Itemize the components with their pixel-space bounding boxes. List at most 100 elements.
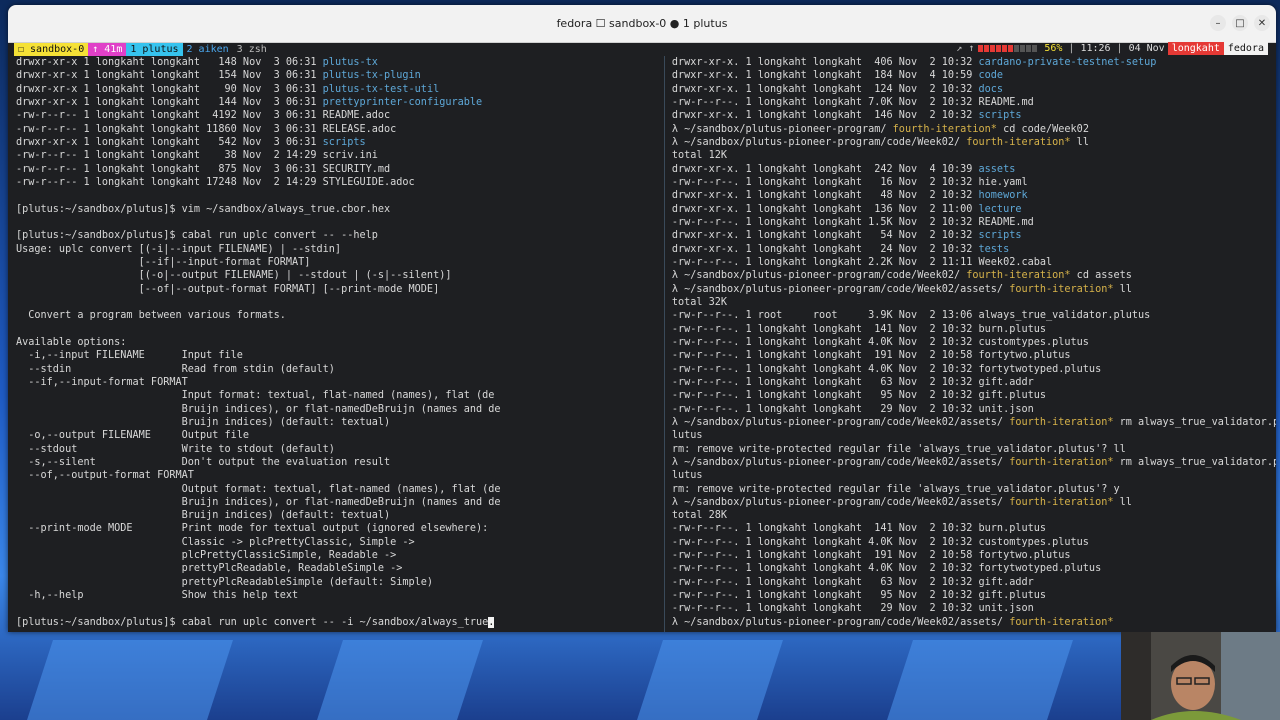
terminal-line: -rw-r--r--. 1 longkaht longkaht 7.0K Nov… — [672, 96, 1276, 109]
directory-name: homework — [978, 190, 1028, 202]
tmux-tab-aiken[interactable]: 2 aiken — [183, 43, 233, 56]
terminal-line: λ ~/sandbox/plutus-pioneer-program/code/… — [672, 416, 1276, 429]
terminal-line: -rw-r--r--. 1 longkaht longkaht 4.0K Nov… — [672, 363, 1276, 376]
close-button[interactable]: ✕ — [1254, 15, 1270, 31]
shell-command: cd code/Week02 — [996, 123, 1089, 135]
terminal-line: [(-o|--output FILENAME) | --stdout | (-s… — [16, 269, 664, 282]
tmux-tab-plutus[interactable]: 1 plutus — [126, 43, 183, 56]
git-branch: fourth-iteration* — [892, 123, 997, 135]
git-branch: fourth-iteration* — [1009, 283, 1114, 295]
terminal-line: [--of|--output-format FORMAT] [--print-m… — [16, 283, 664, 296]
shell-command: rm always_true_validator.p — [1113, 456, 1276, 468]
output-text: -rw-r--r-- 1 longkaht longkaht 875 Nov 3… — [16, 163, 391, 175]
terminal-pane-right[interactable]: drwxr-xr-x. 1 longkaht longkaht 406 Nov … — [663, 56, 1276, 632]
output-text: rm: remove write-protected regular file … — [671, 443, 1126, 455]
terminal-line: prettyPlcReadable, ReadableSimple -> — [16, 562, 664, 575]
wallpaper-shape — [887, 640, 1073, 720]
terminal-line: -rw-r--r--. 1 longkaht longkaht 63 Nov 2… — [672, 376, 1276, 389]
tmux-tab-zsh[interactable]: 3 zsh — [233, 43, 271, 56]
output-text: total 28K — [671, 510, 728, 522]
window-titlebar[interactable]: fedora ☐ sandbox-0 ● 1 plutus – □ ✕ — [8, 5, 1276, 43]
terminal-line: Bruijn indices), or flat-namedDeBruijn (… — [16, 403, 664, 416]
terminal-line: -rw-r--r-- 1 longkaht longkaht 875 Nov 3… — [16, 163, 664, 176]
terminal-line: total 28K — [672, 509, 1276, 522]
battery-cell — [984, 45, 990, 52]
terminal-line: -rw-r--r--. 1 longkaht longkaht 95 Nov 2… — [672, 589, 1276, 602]
maximize-button[interactable]: □ — [1232, 15, 1248, 31]
output-text: Bruijn indices), or flat-namedDeBruijn (… — [16, 403, 501, 415]
terminal-pane-left[interactable]: drwxr-xr-x 1 longkaht longkaht 148 Nov 3… — [8, 56, 664, 632]
terminal-line: rm: remove write-protected regular file … — [672, 483, 1276, 496]
output-text: Usage: uplc convert [(-i|--input FILENAM… — [16, 243, 342, 255]
tmux-uptime-badge: ↑ 41m — [88, 43, 127, 56]
output-text: -i,--input FILENAME Input file — [16, 350, 243, 362]
terminal-line: λ ~/sandbox/plutus-pioneer-program/code/… — [672, 456, 1276, 469]
terminal-line: drwxr-xr-x. 1 longkaht longkaht 24 Nov 2… — [672, 243, 1276, 256]
output-text: -rw-r--r--. 1 longkaht longkaht 63 Nov 2… — [671, 376, 1034, 388]
output-text: prettyPlcReadableSimple (default: Simple… — [16, 576, 434, 588]
output-text: Bruijn indices), or flat-namedDeBruijn (… — [16, 496, 501, 508]
output-text: -o,--output FILENAME Output file — [16, 430, 250, 442]
terminal-line: drwxr-xr-x 1 longkaht longkaht 144 Nov 3… — [16, 96, 664, 109]
terminal-line: drwxr-xr-x 1 longkaht longkaht 154 Nov 3… — [16, 69, 664, 82]
terminal-line: λ ~/sandbox/plutus-pioneer-program/code/… — [672, 616, 1276, 629]
git-branch: fourth-iteration* — [1009, 416, 1114, 428]
output-text: -rw-r--r-- 1 longkaht longkaht 11860 Nov… — [16, 123, 397, 135]
terminal-line: -rw-r--r--. 1 longkaht longkaht 4.0K Nov… — [672, 536, 1276, 549]
directory-name: plutus-tx-test-util — [322, 83, 440, 95]
minimize-button[interactable]: – — [1210, 15, 1226, 31]
terminal-line: lutus — [672, 429, 1276, 442]
output-text: drwxr-xr-x 1 longkaht longkaht 144 Nov 3… — [16, 96, 323, 108]
terminal-line: -rw-r--r--. 1 longkaht longkaht 29 Nov 2… — [672, 403, 1276, 416]
clock-time: 11:26 — [1080, 43, 1111, 54]
terminal-line: -i,--input FILENAME Input file — [16, 349, 664, 362]
shell-command: ll — [1113, 496, 1132, 508]
webcam-overlay — [1121, 632, 1280, 720]
terminal-line: -rw-r--r--. 1 longkaht longkaht 191 Nov … — [672, 549, 1276, 562]
battery-cell — [1008, 45, 1014, 52]
terminal-line: -rw-r--r--. 1 longkaht longkaht 191 Nov … — [672, 349, 1276, 362]
terminal-line: prettyPlcReadableSimple (default: Simple… — [16, 576, 664, 589]
terminal-line: rm: remove write-protected regular file … — [672, 443, 1276, 456]
terminal-line: drwxr-xr-x. 1 longkaht longkaht 48 Nov 2… — [672, 189, 1276, 202]
terminal-line: λ ~/sandbox/plutus-pioneer-program/code/… — [672, 136, 1276, 149]
shell-prompt: λ ~/sandbox/plutus-pioneer-program/code/… — [671, 283, 1010, 295]
directory-name: docs — [978, 83, 1004, 95]
terminal-line: [plutus:~/sandbox/plutus]$ cabal run upl… — [16, 229, 664, 242]
battery-cell — [978, 45, 984, 52]
terminal-line: Output format: textual, flat-named (name… — [16, 483, 664, 496]
terminal-line: -rw-r--r--. 1 longkaht longkaht 4.0K Nov… — [672, 336, 1276, 349]
output-text: drwxr-xr-x 1 longkaht longkaht 154 Nov 3… — [16, 70, 323, 82]
terminal-line: --if,--input-format FORMAT — [16, 376, 664, 389]
battery-cell — [1014, 45, 1020, 52]
battery-cell — [1002, 45, 1008, 52]
shell-prompt: λ ~/sandbox/plutus-pioneer-program/code/… — [671, 496, 1010, 508]
terminal-line: -rw-r--r--. 1 longkaht longkaht 141 Nov … — [672, 323, 1276, 336]
output-text: -s,--silent Don't output the evaluation … — [16, 456, 391, 468]
terminal-line: drwxr-xr-x 1 longkaht longkaht 542 Nov 3… — [16, 136, 664, 149]
terminal-line: [plutus:~/sandbox/plutus]$ vim ~/sandbox… — [16, 203, 664, 216]
tmux-session[interactable]: ☐ sandbox-0 — [14, 43, 89, 56]
terminal-line: λ ~/sandbox/plutus-pioneer-program/code/… — [672, 283, 1276, 296]
terminal-line: -s,--silent Don't output the evaluation … — [16, 456, 664, 469]
output-text: -rw-r--r--. 1 longkaht longkaht 141 Nov … — [671, 523, 1046, 535]
output-text: drwxr-xr-x. 1 longkaht longkaht 146 Nov … — [671, 110, 979, 122]
terminal-line: -o,--output FILENAME Output file — [16, 429, 664, 442]
battery-cell — [990, 45, 996, 52]
user-badge: longkaht — [1167, 42, 1224, 55]
terminal-line: drwxr-xr-x. 1 longkaht longkaht 184 Nov … — [672, 69, 1276, 82]
terminal-line: drwxr-xr-x. 1 longkaht longkaht 146 Nov … — [672, 109, 1276, 122]
terminal-line: drwxr-xr-x. 1 longkaht longkaht 54 Nov 2… — [672, 229, 1276, 242]
output-text: drwxr-xr-x 1 longkaht longkaht 542 Nov 3… — [16, 136, 323, 148]
terminal-line: --stdin Read from stdin (default) — [16, 363, 664, 376]
output-text: [plutus:~/sandbox/plutus]$ cabal run upl… — [16, 616, 489, 628]
output-text: -rw-r--r--. 1 root root 3.9K Nov 2 13:06… — [671, 310, 1151, 322]
terminal-line: drwxr-xr-x. 1 longkaht longkaht 136 Nov … — [672, 203, 1276, 216]
terminal-line: -rw-r--r--. 1 root root 3.9K Nov 2 13:06… — [672, 309, 1276, 322]
battery-cell — [1026, 45, 1032, 52]
directory-name: code — [978, 70, 1004, 82]
output-text: Available options: — [16, 336, 127, 348]
git-branch: fourth-iteration* — [966, 136, 1071, 148]
terminal-line: -rw-r--r--. 1 longkaht longkaht 4.0K Nov… — [672, 562, 1276, 575]
